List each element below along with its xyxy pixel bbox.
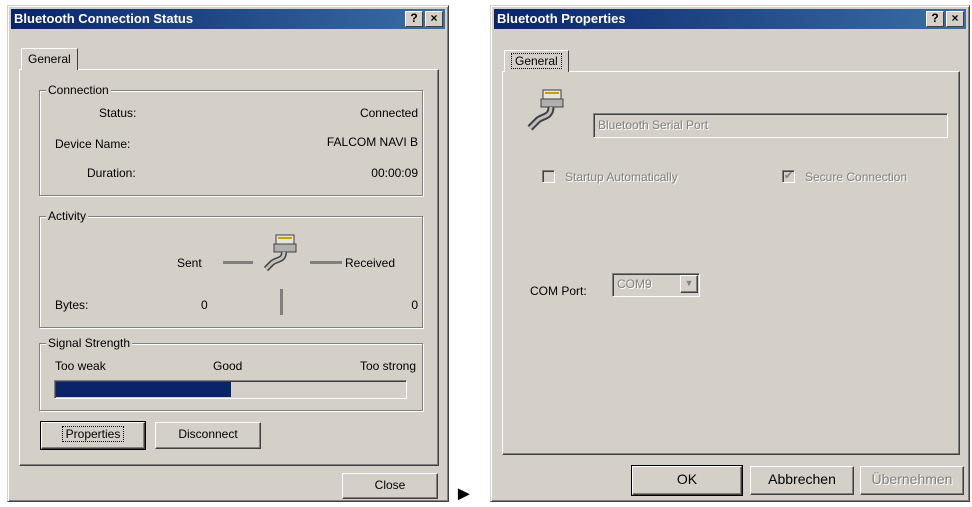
tab-general[interactable]: General bbox=[504, 50, 569, 72]
close-title-button[interactable]: × bbox=[425, 11, 443, 27]
close-icon: × bbox=[430, 11, 438, 25]
help-icon: ? bbox=[931, 11, 939, 25]
device-name-label: Device Name: bbox=[55, 137, 131, 151]
chevron-down-icon: ▼ bbox=[684, 278, 694, 288]
tab-panel: Connection Status: Connected Device Name… bbox=[19, 69, 439, 466]
bluetooth-properties-window: Bluetooth Properties ? × General Bluetoo… bbox=[490, 5, 970, 502]
help-icon: ? bbox=[410, 11, 418, 25]
close-button-label: Close bbox=[374, 478, 406, 492]
close-icon: × bbox=[951, 11, 959, 25]
connection-group: Connection Status: Connected Device Name… bbox=[39, 83, 423, 196]
tab-panel: Bluetooth Serial Port Startup Automatica… bbox=[502, 71, 960, 455]
serial-port-icon bbox=[525, 88, 569, 134]
device-name-value: FALCOM NAVI B bbox=[326, 135, 418, 149]
ok-button[interactable]: OK bbox=[631, 465, 743, 496]
properties-button[interactable]: Properties bbox=[40, 421, 146, 450]
signal-strength-group: Signal Strength Too weak Good Too strong bbox=[39, 336, 423, 411]
signal-strength-fill bbox=[56, 382, 231, 397]
close-button[interactable]: Close bbox=[342, 473, 438, 499]
status-label: Status: bbox=[99, 106, 137, 120]
service-name-field[interactable]: Bluetooth Serial Port bbox=[593, 113, 948, 138]
sent-label: Sent bbox=[177, 256, 202, 270]
activity-group-title: Activity bbox=[46, 209, 89, 223]
title-bar[interactable]: Bluetooth Properties ? × bbox=[494, 9, 966, 29]
startup-automatically-checkbox[interactable] bbox=[542, 170, 555, 183]
disconnect-button[interactable]: Disconnect bbox=[155, 422, 261, 449]
cancel-button[interactable]: Abbrechen bbox=[750, 466, 854, 495]
received-line bbox=[310, 261, 342, 264]
properties-button-label: Properties bbox=[61, 426, 125, 442]
activity-divider bbox=[280, 289, 283, 315]
checkmark-icon: ✔ bbox=[783, 170, 794, 182]
too-strong-label: Too strong bbox=[359, 359, 416, 373]
startup-automatically-label: Startup Automatically bbox=[565, 170, 678, 184]
service-name-value: Bluetooth Serial Port bbox=[598, 118, 709, 132]
com-port-value: COM9 bbox=[617, 277, 652, 291]
signal-strength-group-title: Signal Strength bbox=[46, 336, 133, 350]
help-button[interactable]: ? bbox=[926, 11, 944, 27]
tab-label: General bbox=[28, 52, 71, 66]
secure-connection-checkbox[interactable]: ✔ bbox=[782, 170, 795, 183]
com-port-label: COM Port: bbox=[530, 284, 587, 298]
tab-general[interactable]: General bbox=[21, 48, 78, 70]
window-title: Bluetooth Connection Status bbox=[14, 11, 194, 26]
apply-button[interactable]: Übernehmen bbox=[860, 466, 964, 495]
signal-strength-bar bbox=[54, 380, 407, 399]
close-title-button[interactable]: × bbox=[946, 11, 964, 27]
apply-button-label: Übernehmen bbox=[871, 471, 953, 487]
transition-arrow: ► bbox=[454, 483, 474, 505]
serial-port-icon bbox=[262, 233, 302, 275]
duration-label: Duration: bbox=[87, 166, 136, 180]
too-weak-label: Too weak bbox=[55, 359, 106, 373]
com-port-dropdown-button[interactable]: ▼ bbox=[680, 275, 698, 293]
bytes-sent-value: 0 bbox=[201, 298, 208, 312]
bytes-received-value: 0 bbox=[411, 298, 418, 312]
received-label: Received bbox=[345, 256, 396, 270]
activity-group: Activity Sent Received Bytes: 0 0 bbox=[39, 209, 423, 328]
sent-line bbox=[223, 261, 253, 264]
ok-button-label: OK bbox=[676, 471, 698, 487]
secure-connection-label: Secure Connection bbox=[805, 170, 908, 184]
good-label: Good bbox=[213, 359, 243, 373]
help-button[interactable]: ? bbox=[405, 11, 423, 27]
disconnect-button-label: Disconnect bbox=[178, 427, 238, 441]
com-port-select[interactable]: COM9 ▼ bbox=[612, 273, 700, 297]
cancel-button-label: Abbrechen bbox=[768, 471, 836, 487]
status-value: Connected bbox=[359, 106, 418, 120]
title-bar[interactable]: Bluetooth Connection Status ? × bbox=[11, 9, 445, 29]
window-title: Bluetooth Properties bbox=[497, 11, 626, 26]
bytes-label: Bytes: bbox=[55, 298, 89, 312]
tab-label: General bbox=[511, 53, 562, 69]
duration-value: 00:00:09 bbox=[371, 166, 418, 180]
connection-group-title: Connection bbox=[46, 83, 111, 97]
bluetooth-connection-status-window: Bluetooth Connection Status ? × General … bbox=[7, 5, 449, 502]
